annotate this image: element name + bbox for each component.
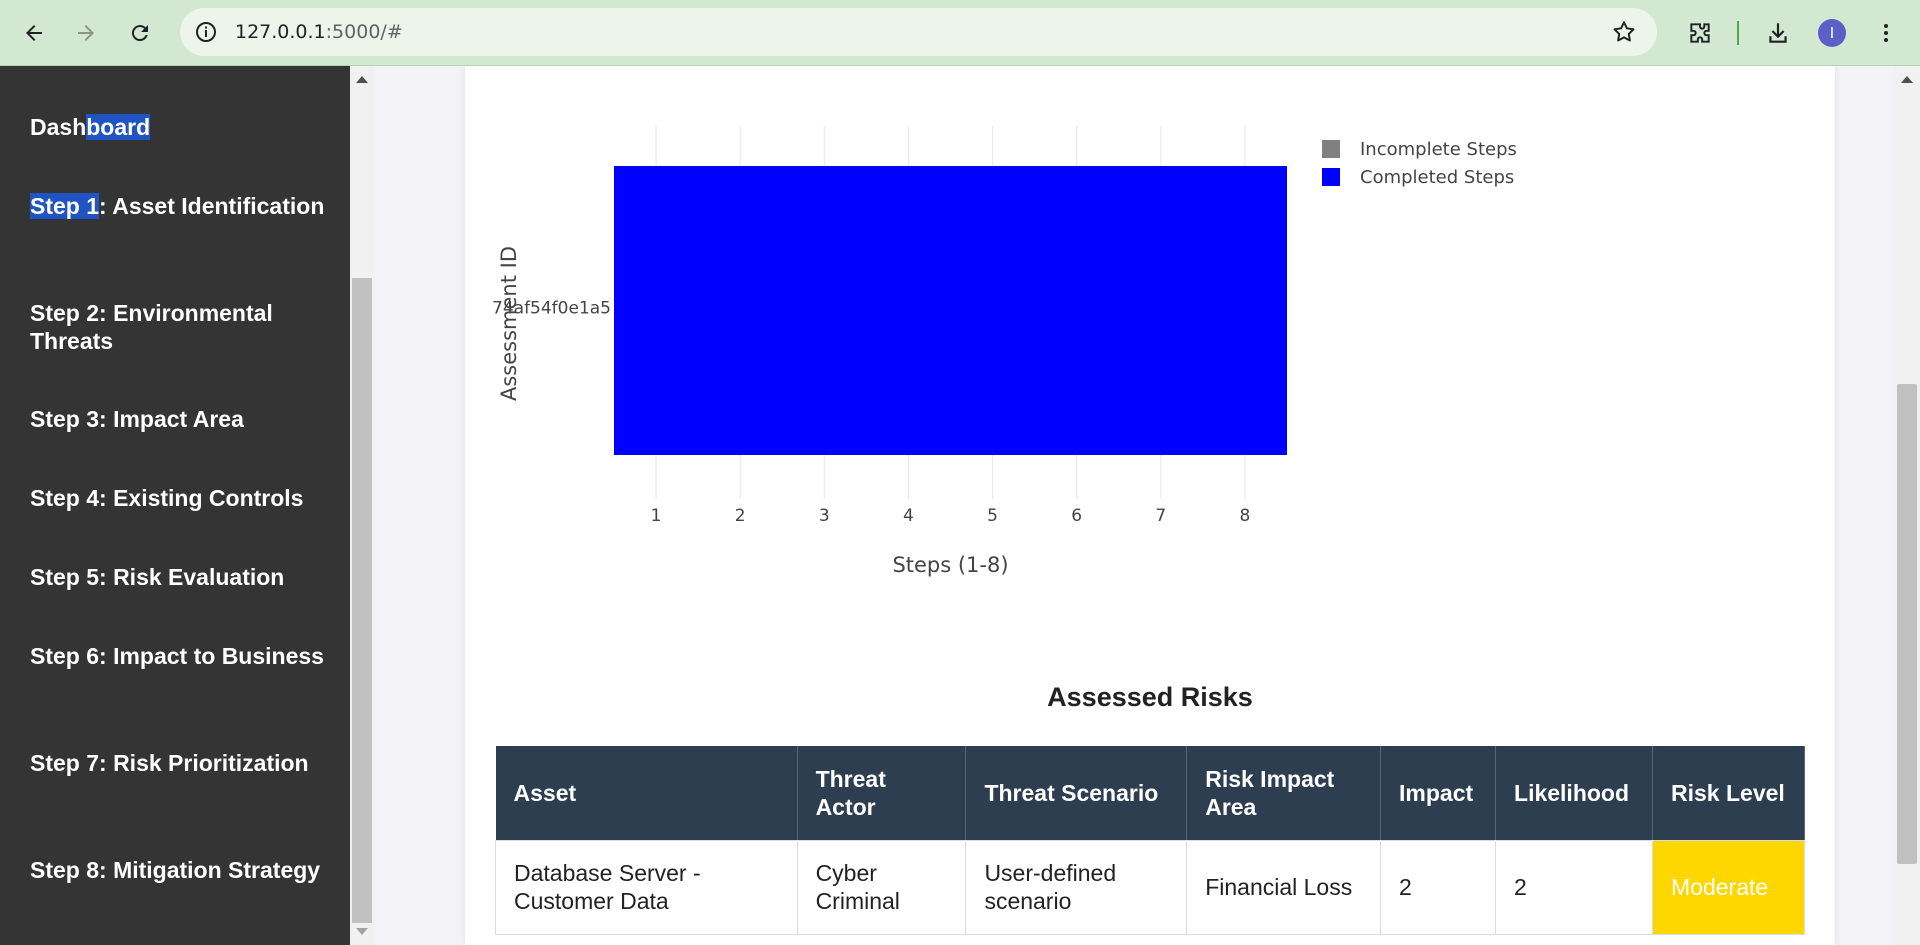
sidebar-item-label: Step 7: Risk Prioritization <box>30 750 309 776</box>
kebab-menu-icon <box>1884 24 1888 42</box>
site-info-icon[interactable] <box>194 20 218 44</box>
content-card: 1 2 3 4 5 6 7 8 74af54f0e1a5 Steps (1-8) Assessmen… <box>465 66 1835 945</box>
sidebar-scroll-thumb[interactable] <box>352 278 372 923</box>
reload-button[interactable] <box>120 13 160 53</box>
bar-completed-steps <box>614 166 1287 455</box>
scroll-up-arrow-icon[interactable] <box>1901 76 1913 83</box>
column-header: Threat Actor <box>797 746 967 840</box>
sidebar-item-label: Step 5: Risk Evaluation <box>30 564 285 590</box>
page-scroll-thumb[interactable] <box>1897 384 1917 864</box>
legend-swatch <box>1322 140 1340 158</box>
sidebar-item-label: : Asset Identification <box>99 193 325 219</box>
x-axis-title: Steps (1-8) <box>892 553 1008 577</box>
sidebar-item-label: Step 3: Impact Area <box>30 406 244 432</box>
table-cell: 2 <box>1380 839 1497 935</box>
table-cell: Financial Loss <box>1186 839 1382 935</box>
selected-text-highlight: Step 1 <box>30 193 100 219</box>
forward-button[interactable] <box>66 13 106 53</box>
extensions-button[interactable] <box>1680 13 1720 53</box>
sidebar-item-step-4[interactable]: Step 4: Existing Controls <box>30 484 330 512</box>
sidebar-item-step-8[interactable]: Step 8: Mitigation Strategy <box>30 856 330 884</box>
risk-level-cell: Moderate <box>1652 839 1805 935</box>
page-scrollbar[interactable] <box>1894 66 1920 945</box>
back-button[interactable] <box>14 13 54 53</box>
scroll-up-arrow-icon[interactable] <box>356 76 368 83</box>
x-tick-label: 8 <box>1240 506 1251 526</box>
risks-title: Assessed Risks <box>1047 682 1253 712</box>
sidebar-item-dashboard[interactable]: Dashboard <box>30 113 330 141</box>
column-header: Likelihood <box>1495 746 1653 840</box>
sidebar: Dashboard Step 1: Asset Identification S… <box>0 66 350 945</box>
puzzle-icon <box>1690 23 1710 43</box>
column-header: Risk Impact Area <box>1186 746 1382 840</box>
sidebar-item-label: Step 2: Environmental Threats <box>30 300 273 354</box>
x-tick-label: 1 <box>651 506 662 526</box>
sidebar-item-step-5[interactable]: Step 5: Risk Evaluation <box>30 563 330 591</box>
selected-text-highlight: board <box>86 114 151 140</box>
column-header: Threat Scenario <box>965 746 1188 840</box>
x-tick-label: 5 <box>987 506 998 526</box>
sidebar-item-step-2[interactable]: Step 2: Environmental Threats <box>30 299 330 355</box>
browser-menu-button[interactable] <box>1866 13 1906 53</box>
y-axis-title: Assessment ID <box>497 246 521 401</box>
table-cell: 2 <box>1495 839 1653 935</box>
x-tick-label: 6 <box>1071 506 1082 526</box>
sidebar-item-step-7[interactable]: Step 7: Risk Prioritization <box>30 749 330 777</box>
url-host: 127.0.0.1 <box>235 21 326 43</box>
reload-icon <box>131 25 148 42</box>
sidebar-item-label: Step 4: Existing Controls <box>30 485 304 511</box>
column-header: Impact <box>1380 746 1497 840</box>
sidebar-item-label: Step 6: Impact to Business <box>30 643 324 669</box>
risks-table: Asset Threat Actor Threat Scenario Risk Imp… <box>495 746 1805 935</box>
address-bar[interactable]: 127.0.0.1:5000/# <box>180 8 1657 56</box>
legend-swatch <box>1322 168 1340 186</box>
legend-label: Completed Steps <box>1360 167 1514 188</box>
download-icon <box>1769 23 1787 43</box>
scroll-down-arrow-icon[interactable] <box>356 928 368 935</box>
downloads-button[interactable] <box>1758 13 1798 53</box>
x-tick-label: 3 <box>819 506 830 526</box>
toolbar-divider <box>1737 21 1739 45</box>
sidebar-item-step-3[interactable]: Step 3: Impact Area <box>30 405 330 433</box>
table-cell: Database Server - Customer Data <box>495 839 798 935</box>
back-arrow-icon <box>26 25 42 41</box>
column-header: Asset <box>495 746 798 840</box>
sidebar-item-step-1[interactable]: Step 1: Asset Identification <box>30 192 330 220</box>
sidebar-item-step-6[interactable]: Step 6: Impact to Business <box>30 642 330 670</box>
x-tick-label: 2 <box>735 506 746 526</box>
table-row: Database Server - Customer Data Cyber Cri… <box>495 839 1805 935</box>
column-header: Risk Level <box>1652 746 1805 840</box>
x-tick-label: 4 <box>903 506 914 526</box>
x-tick-label: 7 <box>1155 506 1166 526</box>
main-content: 1 2 3 4 5 6 7 8 74af54f0e1a5 Steps (1-8) Assessmen… <box>374 66 1894 945</box>
table-cell: User-defined scenario <box>965 839 1188 935</box>
sidebar-item-label: Dash <box>30 114 87 140</box>
sidebar-item-label: Step 8: Mitigation Strategy <box>30 857 321 883</box>
url-text: 127.0.0.1:5000/# <box>235 21 403 43</box>
browser-toolbar: 127.0.0.1:5000/# I <box>0 0 1920 66</box>
bookmark-star-icon[interactable] <box>1611 19 1637 45</box>
legend-label: Incomplete Steps <box>1360 139 1517 160</box>
sidebar-scrollbar[interactable] <box>350 66 374 945</box>
forward-arrow-icon <box>78 25 94 41</box>
progress-chart: 1 2 3 4 5 6 7 874af54f0e1a5Steps (1-8)Assessmen… <box>492 126 1517 577</box>
table-cell: Cyber Criminal <box>796 839 967 935</box>
url-path: :5000/# <box>325 21 403 43</box>
profile-avatar[interactable]: I <box>1818 19 1846 47</box>
table-header-row: Asset Threat Actor Threat Scenario Risk Imp… <box>495 746 1805 840</box>
